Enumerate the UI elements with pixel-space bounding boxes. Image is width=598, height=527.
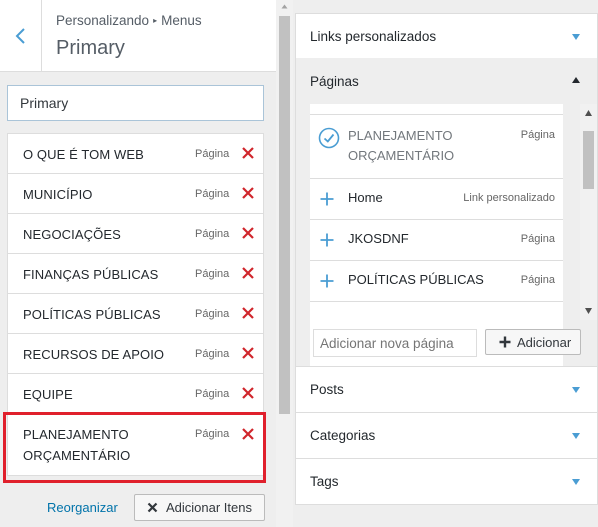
add-items-label: Adicionar Itens [166, 500, 252, 515]
page-name: JKOSDNF [348, 231, 409, 246]
menu-item-type: Página [195, 148, 230, 160]
caret-down-icon [572, 34, 580, 40]
reorder-link[interactable]: Reorganizar [47, 500, 118, 515]
page-type: Link personalizado [463, 192, 555, 204]
remove-item-icon[interactable] [241, 226, 255, 240]
menu-item[interactable]: MUNICÍPIO Página [7, 173, 264, 214]
menu-item-label: EQUIPE [23, 387, 73, 402]
add-page-label: Adicionar [517, 334, 572, 350]
caret-down-icon [572, 433, 580, 439]
plus-icon [320, 233, 334, 247]
menu-item[interactable]: POLÍTICAS PÚBLICAS Página [7, 293, 264, 334]
section-custom-links[interactable]: Links personalizados [295, 13, 598, 59]
menu-item-type: Página [195, 308, 230, 320]
panel-scrollbar[interactable] [276, 0, 293, 527]
scrollbar-thumb[interactable] [583, 131, 594, 189]
scrollbar-thumb[interactable] [279, 16, 290, 414]
highlight-box [3, 412, 266, 483]
page-type: Página [520, 233, 555, 245]
page-name-line1: PLANEJAMENTO [348, 128, 453, 143]
chevron-left-icon [15, 28, 25, 44]
page-title: Primary [56, 37, 125, 59]
section-title: Tags [310, 474, 339, 489]
pages-scrollbar[interactable] [580, 104, 597, 320]
breadcrumb: Personalizando ▸ Menus [56, 13, 202, 28]
menu-item-label: O QUE É TOM WEB [23, 147, 144, 162]
section-tags[interactable]: Tags [295, 458, 598, 505]
menu-item[interactable]: RECURSOS DE APOIO Página [7, 333, 264, 374]
menu-item-label: RECURSOS DE APOIO [23, 347, 165, 362]
remove-item-icon[interactable] [241, 266, 255, 280]
section-title: Links personalizados [310, 29, 437, 44]
page-type: Página [520, 129, 555, 141]
menu-item-type: Página [195, 388, 230, 400]
page-name-line2: ORÇAMENTÁRIO [348, 148, 455, 163]
breadcrumb-menus: Menus [161, 13, 202, 28]
section-pages: Páginas PLANEJAMENTO ORÇAMENTÁRIO Página … [295, 58, 598, 376]
menu-name-input[interactable] [7, 85, 264, 121]
page-name: Home [348, 190, 383, 205]
section-categories[interactable]: Categorias [295, 412, 598, 459]
check-circle-icon [318, 127, 340, 149]
remove-item-icon[interactable] [241, 186, 255, 200]
menu-item-label: FINANÇAS PÚBLICAS [23, 267, 159, 282]
remove-item-icon[interactable] [241, 146, 255, 160]
page-type: Página [520, 274, 555, 286]
menu-item-type: Página [195, 228, 230, 240]
available-items-panel: Links personalizados Páginas PLANEJAMENT… [293, 0, 598, 527]
remove-item-icon[interactable] [241, 306, 255, 320]
scroll-down-arrow-icon[interactable] [585, 308, 592, 314]
menu-item[interactable]: O QUE É TOM WEB Página [7, 133, 264, 174]
plus-icon [320, 192, 334, 206]
menu-item[interactable]: FINANÇAS PÚBLICAS Página [7, 253, 264, 294]
section-title: Posts [310, 382, 344, 397]
scroll-up-arrow-icon[interactable] [585, 110, 592, 116]
section-title[interactable]: Páginas [310, 74, 359, 89]
list-item[interactable]: PLANEJAMENTO ORÇAMENTÁRIO Página [310, 114, 563, 178]
panel-header: Personalizando ▸ Menus Primary [0, 0, 276, 72]
menu-item-label: MUNICÍPIO [23, 187, 93, 202]
back-button[interactable] [0, 0, 42, 72]
caret-up-icon[interactable] [572, 77, 580, 83]
remove-item-icon[interactable] [241, 386, 255, 400]
scroll-up-arrow-icon[interactable] [281, 3, 288, 10]
breadcrumb-separator: ▸ [153, 16, 158, 25]
breadcrumb-customizing: Personalizando [56, 13, 150, 28]
customizer-menus-screen: Personalizando▸Menus Primary O QUE É TOM… [0, 0, 598, 527]
list-item-partial[interactable] [310, 301, 563, 321]
page-name: POLÍTICAS PÚBLICAS [348, 272, 484, 287]
menu-item[interactable]: NEGOCIAÇÕES Página [7, 213, 264, 254]
menu-item-type: Página [195, 188, 230, 200]
list-item[interactable]: POLÍTICAS PÚBLICAS Página [310, 260, 563, 301]
menu-item-label: NEGOCIAÇÕES [23, 227, 121, 242]
close-icon [147, 502, 158, 513]
list-item[interactable]: Home Link personalizado [310, 178, 563, 219]
remove-item-icon[interactable] [241, 346, 255, 360]
list-item[interactable]: JKOSDNF Página [310, 219, 563, 260]
section-title: Categorias [310, 428, 376, 443]
menu-item-type: Página [195, 268, 230, 280]
page-name: PLANEJAMENTO ORÇAMENTÁRIO [348, 126, 454, 166]
new-page-input[interactable] [313, 329, 477, 357]
caret-down-icon [572, 479, 580, 485]
menu-item-label: POLÍTICAS PÚBLICAS [23, 307, 161, 322]
caret-down-icon [572, 387, 580, 393]
plus-icon [499, 336, 511, 348]
plus-icon [320, 274, 334, 288]
menu-item-type: Página [195, 348, 230, 360]
menu-editor-panel: Personalizando▸Menus Primary O QUE É TOM… [0, 0, 276, 527]
section-posts[interactable]: Posts [295, 366, 598, 413]
add-items-button[interactable]: Adicionar Itens [134, 494, 265, 521]
add-page-button[interactable]: Adicionar [485, 329, 581, 355]
menu-item[interactable]: EQUIPE Página [7, 373, 264, 414]
